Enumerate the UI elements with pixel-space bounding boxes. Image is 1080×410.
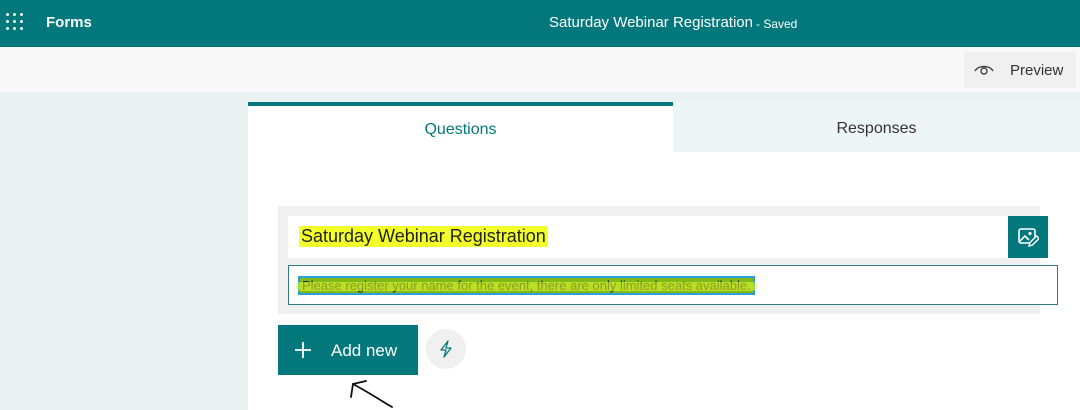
quick-import-button[interactable] (426, 329, 466, 369)
form-title-field[interactable]: Saturday Webinar Registration (288, 216, 1008, 258)
tab-questions-label: Questions (424, 121, 497, 138)
app-name[interactable]: Forms (46, 14, 92, 31)
tab-questions[interactable]: Questions (248, 102, 673, 152)
waffle-icon[interactable] (6, 13, 24, 31)
form-description-field[interactable]: Please register your name for the event,… (288, 265, 1058, 305)
form-title-text: Saturday Webinar Registration (299, 226, 548, 247)
tab-responses[interactable]: Responses (673, 102, 1080, 152)
image-edit-icon (1018, 228, 1039, 248)
save-status: - Saved (756, 17, 798, 31)
theme-button[interactable] (1008, 216, 1048, 258)
form-card: Questions Responses Saturday Webinar Reg… (248, 102, 1080, 410)
preview-button[interactable]: Preview (964, 52, 1076, 88)
form-title-header: Saturday Webinar Registration (549, 14, 753, 31)
form-description-text: Please register your name for the event,… (296, 276, 757, 295)
top-bar: Forms Saturday Webinar Registration - Sa… (0, 0, 1080, 47)
preview-label: Preview (1010, 62, 1064, 79)
eye-icon (974, 65, 994, 75)
lightning-icon (440, 340, 452, 358)
add-new-button[interactable]: Add new (278, 325, 418, 375)
command-bar: Preview (0, 47, 1080, 92)
form-header: Saturday Webinar Registration Please reg… (278, 206, 1058, 314)
hand-drawn-arrow-icon (350, 380, 393, 408)
add-new-label: Add new (331, 341, 398, 360)
tab-responses-label: Responses (836, 120, 917, 137)
plus-icon (295, 342, 311, 358)
